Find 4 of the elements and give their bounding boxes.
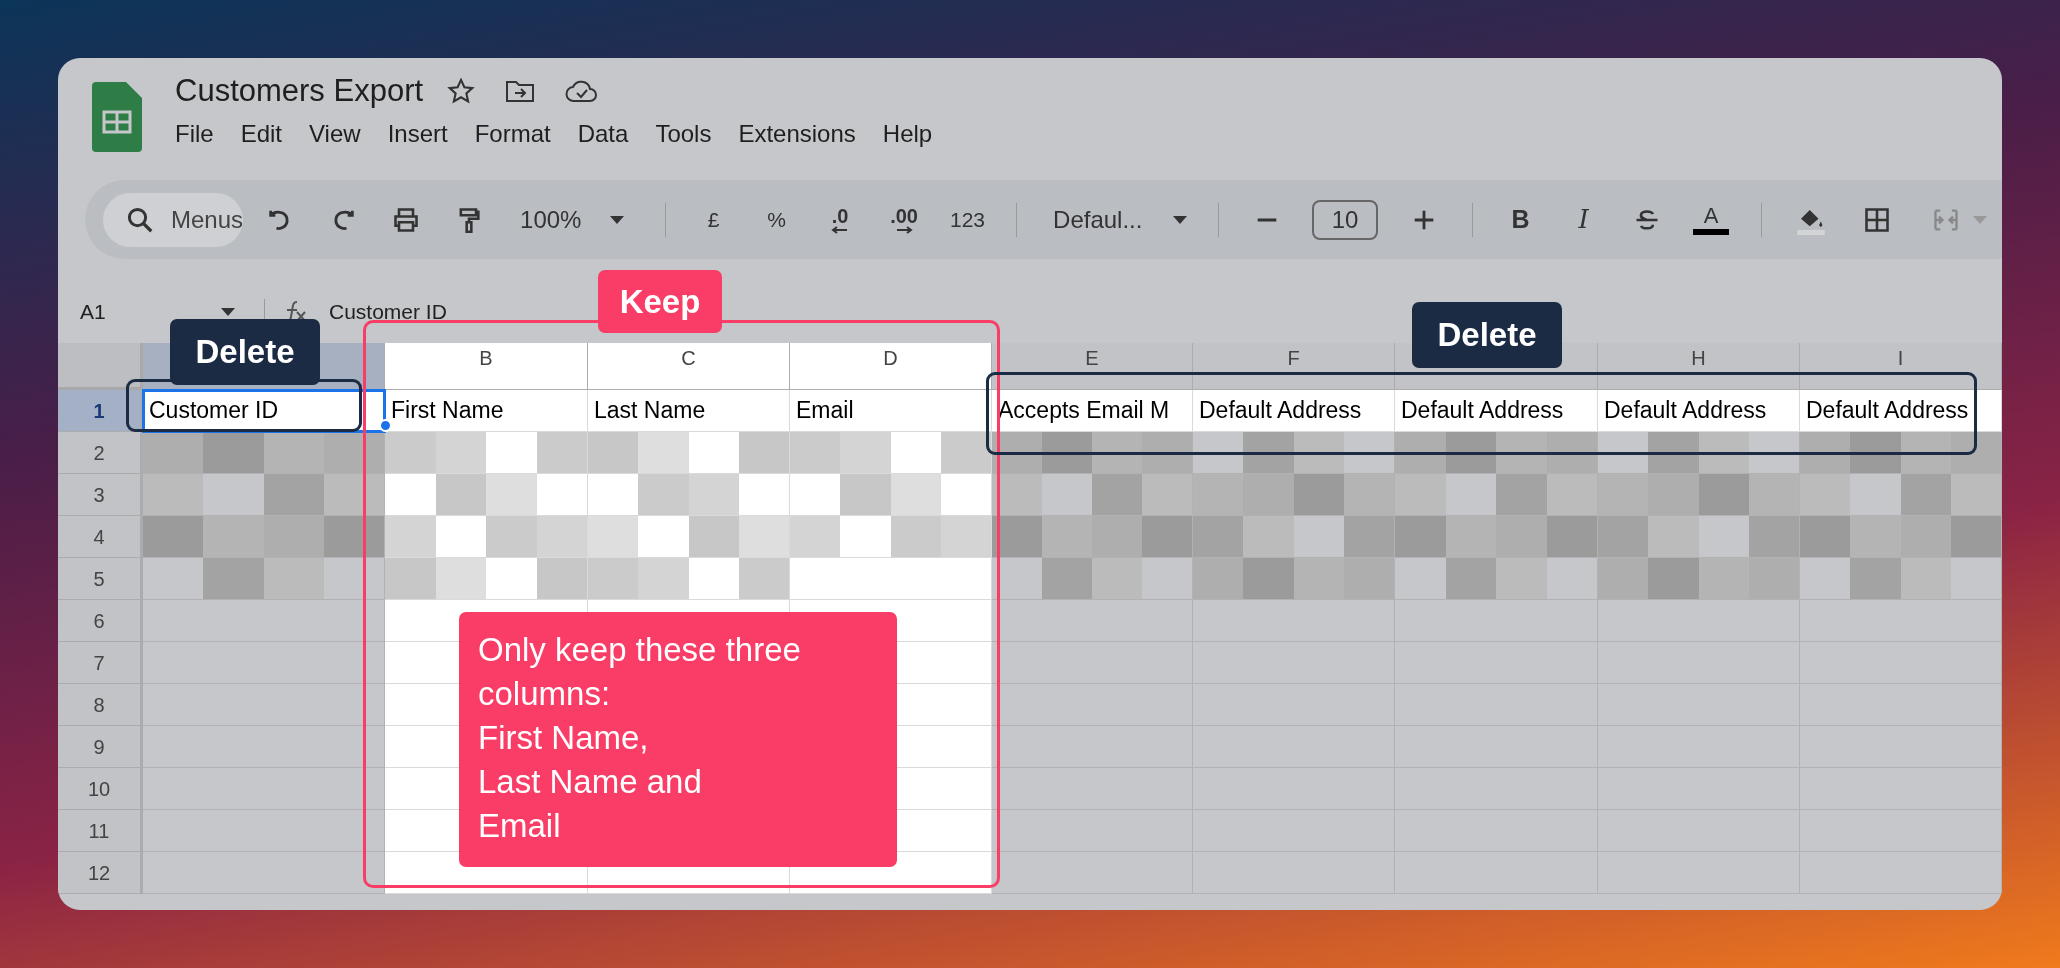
delete-tooltip: Delete bbox=[170, 319, 320, 385]
note-tooltip: Only keep these three columns: First Name, Last Name and Email bbox=[459, 612, 897, 867]
keep-tooltip: Keep bbox=[598, 270, 722, 333]
delete-tooltip: Delete bbox=[1412, 302, 1562, 368]
